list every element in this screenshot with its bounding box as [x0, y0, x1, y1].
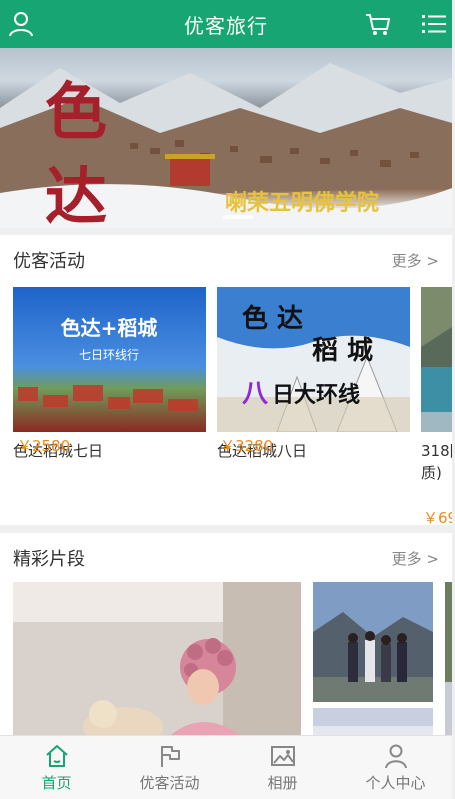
highlight-photo[interactable] — [313, 582, 433, 702]
banner-left-text-top: 色 — [45, 75, 107, 148]
nav-label: 优客活动 — [139, 773, 200, 792]
activity-price: ￥2580 — [17, 437, 71, 455]
more-link[interactable]: 更多 > — [392, 548, 439, 569]
nav-profile[interactable]: 个人中心 — [339, 736, 452, 799]
card-image-subtitle: 七日环线行 — [79, 348, 139, 362]
carousel-indicator-active[interactable] — [223, 215, 253, 219]
nav-activities[interactable]: 优客活动 — [113, 736, 226, 799]
highlight-photo[interactable] — [445, 582, 452, 735]
highlight-photo[interactable] — [13, 582, 301, 735]
activity-name: 318国道（ — [421, 442, 452, 460]
card-image-title2: 稻 城 — [312, 336, 373, 366]
activity-card[interactable]: 318国道（ 质) — [421, 287, 452, 484]
activity-image: 色达+稻城 七日环线行 — [13, 287, 206, 432]
nav-home[interactable]: 首页 — [0, 736, 113, 799]
banner-left-text-bottom: 达 — [45, 160, 107, 228]
section-title: 精彩片段 — [13, 549, 85, 570]
banner-image: 色 达 喇荣五明佛学院 — [0, 63, 452, 228]
activity-image: 色 达 稻 城 八 日大环线 — [217, 287, 410, 432]
activities-section: 优客活动 更多 > 色达+稻城 七日环线行 色达稻城七日 ￥2580 色 达 稻… — [0, 235, 452, 525]
activity-name-line2: 质) — [421, 464, 442, 482]
nav-label: 首页 — [41, 773, 72, 792]
highlight-photo[interactable] — [313, 708, 433, 735]
activity-image — [421, 287, 452, 432]
user-icon[interactable] — [7, 10, 35, 38]
section-header: 精彩片段 更多 > — [13, 533, 439, 583]
card-image-subtitle: 日大环线 — [272, 382, 360, 408]
activity-price: ￥3280 — [220, 437, 274, 455]
cart-icon[interactable] — [364, 10, 392, 38]
card-image-title: 色达+稻城 — [61, 316, 158, 340]
highlights-section: 精彩片段 更多 > — [0, 533, 452, 735]
banner-carousel[interactable]: 色 达 喇荣五明佛学院 — [0, 48, 452, 228]
nav-album[interactable]: 相册 — [226, 736, 339, 799]
bottom-nav: 首页 优客活动 相册 个人中心 — [0, 735, 452, 799]
flag-icon — [160, 745, 180, 767]
menu-list-icon[interactable] — [420, 10, 448, 38]
home-icon — [45, 744, 68, 767]
section-header: 优客活动 更多 > — [13, 235, 439, 285]
person-icon — [384, 744, 407, 768]
nav-label: 个人中心 — [365, 773, 426, 792]
page-title: 优客旅行 — [184, 13, 268, 38]
app-header: 优客旅行 — [0, 0, 452, 48]
section-title: 优客活动 — [13, 251, 85, 272]
nav-label: 相册 — [267, 773, 298, 792]
card-image-accent: 八 — [242, 379, 269, 409]
card-image-title: 色 达 — [242, 303, 303, 334]
banner-caption: 喇荣五明佛学院 — [225, 190, 379, 216]
more-link[interactable]: 更多 > — [392, 250, 439, 271]
activity-price: ￥69 — [423, 509, 452, 525]
image-icon — [270, 745, 295, 766]
